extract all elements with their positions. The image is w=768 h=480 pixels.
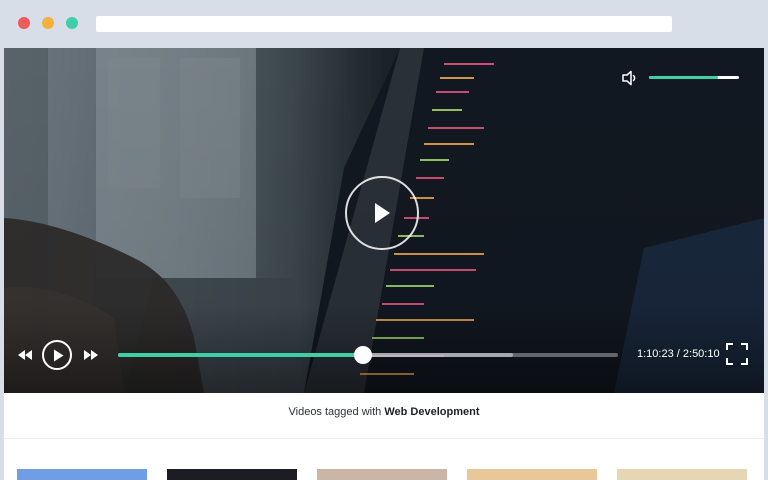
play-icon xyxy=(375,203,390,223)
volume-level xyxy=(649,76,719,79)
window-minimize-button[interactable] xyxy=(42,17,54,29)
address-bar[interactable] xyxy=(96,16,672,32)
time-display: 1:10:23 / 2:50:10 xyxy=(637,348,720,360)
video-thumbnail-2[interactable] xyxy=(167,469,297,480)
tag-prefix: Videos tagged with xyxy=(288,406,382,418)
play-button[interactable] xyxy=(42,340,72,370)
video-thumbnail-5[interactable] xyxy=(617,469,747,480)
time-separator: / xyxy=(676,348,680,360)
speaker-icon[interactable] xyxy=(621,70,639,86)
related-videos xyxy=(17,469,752,480)
player-controls: 1:10:23 / 2:50:10 xyxy=(4,338,764,372)
fullscreen-icon[interactable] xyxy=(726,343,748,365)
current-time: 1:10:23 xyxy=(637,348,674,360)
page-content: 1:10:23 / 2:50:10 Videos tagged with Web… xyxy=(4,48,764,480)
duration: 2:50:10 xyxy=(682,348,720,360)
played-range xyxy=(118,353,363,357)
center-play-button[interactable] xyxy=(345,176,419,250)
play-icon xyxy=(54,349,64,362)
fast-forward-icon[interactable] xyxy=(83,349,99,361)
video-thumbnail-3[interactable] xyxy=(317,469,447,480)
browser-chrome xyxy=(0,0,768,48)
video-thumbnail-1[interactable] xyxy=(17,469,147,480)
progress-handle[interactable] xyxy=(354,346,372,364)
video-player[interactable]: 1:10:23 / 2:50:10 xyxy=(4,48,764,393)
rewind-icon[interactable] xyxy=(17,349,33,361)
window-close-button[interactable] xyxy=(18,17,30,29)
video-thumbnail-4[interactable] xyxy=(467,469,597,480)
tag-link[interactable]: Web Development xyxy=(384,406,479,418)
tag-heading: Videos tagged with Web Development xyxy=(4,406,764,418)
divider xyxy=(4,438,764,439)
progress-bar[interactable] xyxy=(118,346,618,364)
volume-control[interactable] xyxy=(620,68,744,88)
window-maximize-button[interactable] xyxy=(66,17,78,29)
